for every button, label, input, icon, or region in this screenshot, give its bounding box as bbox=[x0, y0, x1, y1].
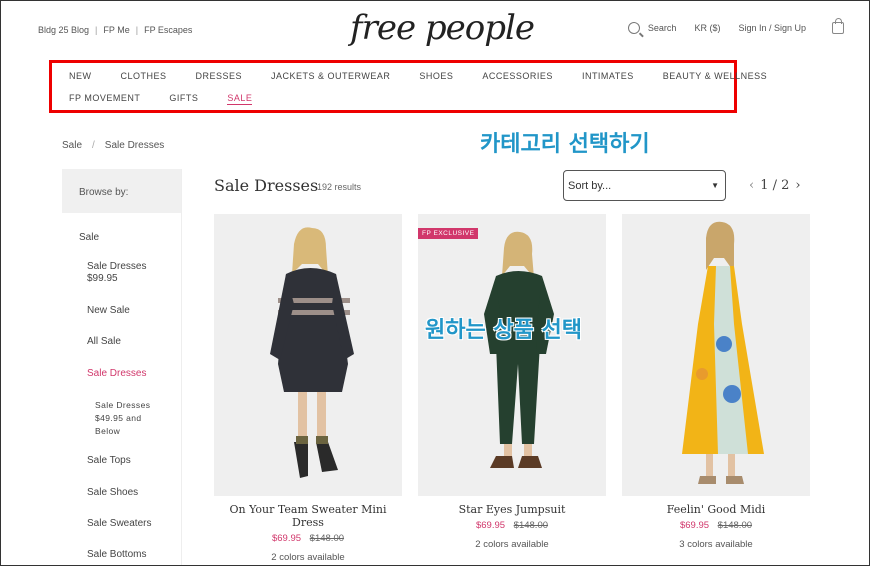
nav-intimates[interactable]: INTIMATES bbox=[582, 71, 634, 81]
annotation-select-product: 원하는 상품 선택 bbox=[425, 318, 582, 343]
currency-selector[interactable]: KR ($) bbox=[694, 23, 720, 33]
sidebar-item-sale[interactable]: Sale bbox=[79, 232, 99, 244]
breadcrumb-separator: / bbox=[92, 140, 95, 151]
product-name[interactable]: On Your Team Sweater Mini Dress bbox=[214, 503, 402, 529]
sidebar-item-sale-shoes[interactable]: Sale Shoes bbox=[87, 487, 138, 499]
top-links: Bldg 25 Blog | FP Me | FP Escapes bbox=[38, 25, 192, 35]
annotation-select-category: 카테고리 선택하기 bbox=[480, 132, 650, 157]
sidebar-item-sale-dresses-9995[interactable]: Sale Dresses $99.95 bbox=[87, 261, 167, 285]
nav-jackets[interactable]: JACKETS & OUTERWEAR bbox=[271, 71, 390, 81]
fp-me-link[interactable]: FP Me bbox=[103, 25, 129, 35]
divider: | bbox=[95, 25, 98, 35]
chevron-right-icon[interactable]: › bbox=[795, 178, 800, 193]
sidebar-item-sale-sweaters[interactable]: Sale Sweaters bbox=[87, 518, 151, 530]
product-card[interactable]: Feelin' Good Midi $69.95 $148.00 3 color… bbox=[622, 214, 810, 550]
fp-escapes-link[interactable]: FP Escapes bbox=[144, 25, 192, 35]
model-sweater-dress-image bbox=[214, 214, 402, 496]
nav-clothes[interactable]: CLOTHES bbox=[121, 71, 167, 81]
caret-down-icon: ▼ bbox=[711, 181, 719, 190]
product-image[interactable]: FP EXCLUSIVE bbox=[418, 214, 606, 496]
utility-bar: Search KR ($) Sign In / Sign Up bbox=[627, 18, 844, 34]
sidebar-item-new-sale[interactable]: New Sale bbox=[87, 305, 130, 317]
product-name[interactable]: Star Eyes Jumpsuit bbox=[418, 503, 606, 516]
product-card[interactable]: FP EXCLUSIVE Star Eyes Jumpsuit $69.95 $… bbox=[418, 214, 606, 550]
shopping-bag-icon[interactable] bbox=[832, 18, 844, 34]
colors-available: 2 colors available bbox=[475, 539, 549, 550]
nav-beauty[interactable]: BEAUTY & WELLNESS bbox=[663, 71, 767, 81]
search-icon bbox=[627, 22, 640, 34]
colors-available: 2 colors available bbox=[271, 552, 345, 563]
breadcrumb-sale[interactable]: Sale bbox=[62, 140, 82, 151]
model-midi-dress-image bbox=[622, 214, 810, 496]
colors-available: 3 colors available bbox=[679, 539, 753, 550]
sidebar-item-all-sale[interactable]: All Sale bbox=[87, 336, 121, 348]
sale-price: $69.95 bbox=[475, 520, 506, 531]
chevron-left-icon[interactable]: ‹ bbox=[749, 178, 754, 193]
browse-by-heading: Browse by: bbox=[62, 169, 181, 213]
original-price: $148.00 bbox=[513, 520, 549, 531]
blog-link[interactable]: Bldg 25 Blog bbox=[38, 25, 89, 35]
page-indicator: 1 / 2 bbox=[760, 178, 790, 193]
sidebar-filter: Browse by: Sale Sale Dresses $99.95 New … bbox=[62, 169, 182, 566]
product-image[interactable] bbox=[214, 214, 402, 496]
logo[interactable]: free people bbox=[350, 8, 535, 48]
sort-value: Sort by... bbox=[568, 180, 612, 192]
category-nav-row-1: NEW CLOTHES DRESSES JACKETS & OUTERWEAR … bbox=[69, 71, 767, 81]
sidebar-item-sale-dresses-4995[interactable]: Sale Dresses $49.95 and Below bbox=[95, 399, 165, 438]
nav-dresses[interactable]: DRESSES bbox=[196, 71, 243, 81]
category-nav-row-2: FP MOVEMENT GIFTS SALE bbox=[69, 93, 281, 105]
sale-price: $69.95 bbox=[679, 520, 710, 531]
nav-shoes[interactable]: SHOES bbox=[419, 71, 453, 81]
breadcrumb-sale-dresses: Sale Dresses bbox=[104, 140, 165, 151]
breadcrumb: Sale / Sale Dresses bbox=[62, 140, 164, 151]
product-image[interactable] bbox=[622, 214, 810, 496]
exclusive-badge: FP EXCLUSIVE bbox=[418, 228, 479, 239]
sale-price: $69.95 bbox=[271, 533, 302, 544]
divider: | bbox=[135, 25, 139, 35]
result-count: 192 results bbox=[317, 182, 362, 192]
listing-title: Sale Dresses bbox=[214, 176, 319, 195]
nav-fp-movement[interactable]: FP MOVEMENT bbox=[69, 93, 140, 105]
original-price: $148.00 bbox=[717, 520, 753, 531]
nav-accessories[interactable]: ACCESSORIES bbox=[482, 71, 553, 81]
product-price: $69.95 $148.00 bbox=[622, 520, 810, 531]
nav-sale[interactable]: SALE bbox=[227, 93, 253, 105]
product-price: $69.95 $148.00 bbox=[214, 533, 402, 544]
sidebar-item-sale-dresses[interactable]: Sale Dresses bbox=[87, 368, 146, 380]
sign-in-link[interactable]: Sign In / Sign Up bbox=[738, 23, 806, 33]
product-price: $69.95 $148.00 bbox=[418, 520, 606, 531]
category-nav-highlight: NEW CLOTHES DRESSES JACKETS & OUTERWEAR … bbox=[49, 60, 767, 113]
sidebar-item-sale-bottoms[interactable]: Sale Bottoms bbox=[87, 549, 146, 561]
nav-gifts[interactable]: GIFTS bbox=[169, 93, 198, 105]
sidebar-item-sale-tops[interactable]: Sale Tops bbox=[87, 455, 131, 467]
sort-select[interactable]: Sort by... ▼ bbox=[563, 170, 726, 201]
original-price: $148.00 bbox=[309, 533, 345, 544]
product-name[interactable]: Feelin' Good Midi bbox=[622, 503, 810, 516]
nav-new[interactable]: NEW bbox=[69, 71, 92, 81]
model-jumpsuit-image bbox=[418, 214, 606, 496]
pagination: ‹ 1 / 2 › bbox=[749, 178, 801, 193]
product-card[interactable]: On Your Team Sweater Mini Dress $69.95 $… bbox=[214, 214, 402, 563]
search-button[interactable]: Search bbox=[627, 22, 677, 34]
search-label: Search bbox=[647, 23, 677, 33]
